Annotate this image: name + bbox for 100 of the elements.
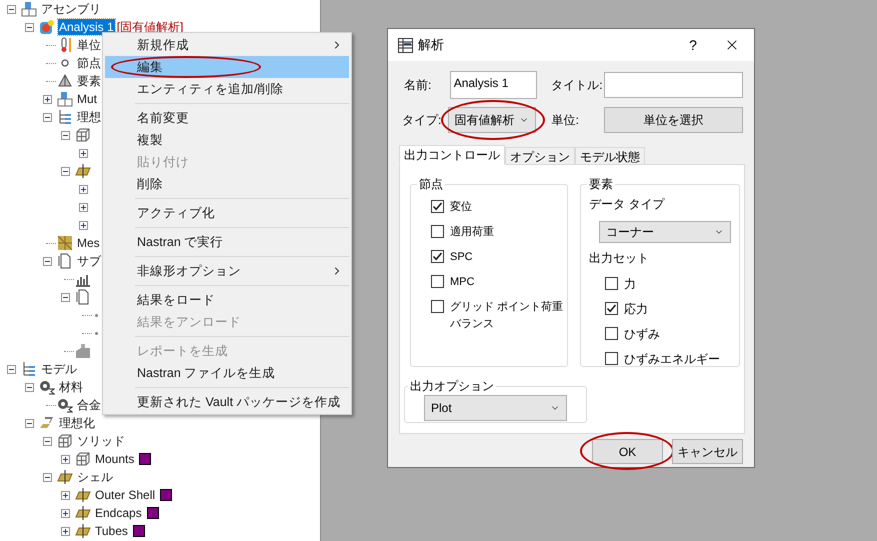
- cubes-icon: [75, 451, 91, 467]
- tree-item[interactable]: Analysis 1: [58, 19, 115, 35]
- collapse-button[interactable]: [42, 436, 52, 446]
- tab[interactable]: 出力コントロール: [399, 145, 505, 165]
- collapse-button[interactable]: [6, 364, 16, 374]
- expand-button[interactable]: [60, 526, 70, 536]
- menu-item[interactable]: 名前変更: [105, 107, 349, 129]
- menu-item[interactable]: 非線形オプション: [105, 260, 349, 282]
- menu-item[interactable]: 削除: [105, 173, 349, 195]
- field-label: 単位:: [552, 112, 580, 129]
- field-label: タイトル:: [551, 77, 604, 94]
- expand-button[interactable]: [60, 490, 70, 500]
- tree-item[interactable]: Endcaps: [94, 505, 143, 521]
- tree-item[interactable]: Mut: [76, 91, 98, 107]
- checkbox-label: ひずみ: [624, 326, 660, 342]
- tree-item[interactable]: アセンブリ: [40, 1, 102, 17]
- checkbox-label: MPC: [450, 275, 474, 290]
- menu-item[interactable]: 複製: [105, 129, 349, 151]
- data-type-dropdown[interactable]: コーナー: [599, 221, 731, 243]
- idealization-icon: [39, 415, 55, 431]
- menu-item[interactable]: 結果をロード: [105, 289, 349, 311]
- menu-item[interactable]: 更新された Vault パッケージを作成: [105, 391, 349, 413]
- menu-item[interactable]: Nastran ファイルを生成: [105, 362, 349, 384]
- hierarchy-icon: [57, 109, 73, 125]
- document-icon: [57, 253, 73, 269]
- output-option-dropdown[interactable]: Plot: [424, 395, 567, 421]
- hierarchy-icon: [21, 361, 37, 377]
- tree-item[interactable]: 合金: [76, 397, 102, 413]
- tree-item[interactable]: 単位: [76, 37, 102, 53]
- help-button[interactable]: ?: [678, 34, 708, 56]
- collapse-button[interactable]: [24, 418, 34, 428]
- tree-item[interactable]: モデル: [40, 361, 78, 377]
- collapse-button[interactable]: [42, 472, 52, 482]
- collapse-button[interactable]: [6, 4, 16, 14]
- collapse-button[interactable]: [60, 166, 70, 176]
- field-label: 名前:: [403, 77, 432, 94]
- checkbox[interactable]: [431, 225, 444, 238]
- checkbox[interactable]: [431, 300, 444, 313]
- tab[interactable]: モデル状態: [575, 147, 645, 165]
- tree-item[interactable]: 要素: [76, 73, 102, 89]
- menu-item[interactable]: 新規作成: [105, 34, 349, 56]
- field-label: データ タイプ: [589, 196, 666, 213]
- menu-item[interactable]: エンティティを追加/削除: [105, 78, 349, 100]
- table-icon: [398, 38, 413, 52]
- checkbox[interactable]: [431, 200, 444, 213]
- expand-button[interactable]: [78, 202, 88, 212]
- name-field[interactable]: Analysis 1: [450, 71, 538, 99]
- shell-icon: [75, 523, 91, 539]
- material-icon: [39, 379, 55, 395]
- checkbox[interactable]: [605, 277, 618, 290]
- dialog-button[interactable]: OK: [592, 439, 663, 464]
- menu-item[interactable]: アクティブ化: [105, 202, 349, 224]
- tree-item[interactable]: 理想化: [58, 415, 96, 431]
- menu-item[interactable]: Nastran で実行: [105, 231, 349, 253]
- select-unit-button[interactable]: 単位を選択: [604, 107, 743, 133]
- tree-item[interactable]: シェル: [76, 469, 114, 485]
- checkbox-label: ひずみエネルギー: [624, 350, 720, 368]
- collapse-button[interactable]: [60, 292, 70, 302]
- expand-button[interactable]: [78, 184, 88, 194]
- material-icon: [57, 397, 73, 413]
- tree-item[interactable]: Outer Shell: [94, 487, 156, 503]
- tree-item[interactable]: Mounts: [94, 451, 136, 467]
- checkbox-label: 力: [624, 276, 636, 292]
- shell-icon: [75, 163, 91, 179]
- expand-button[interactable]: [60, 454, 70, 464]
- tree-item[interactable]: サブ: [76, 253, 102, 269]
- tree-item[interactable]: 節点: [76, 55, 102, 71]
- tree-item[interactable]: Mes: [76, 235, 101, 251]
- checkbox-label: 適用荷重: [450, 224, 494, 240]
- tree-item[interactable]: 材料: [58, 379, 84, 395]
- tree-item[interactable]: ソリッド: [76, 433, 126, 449]
- collapse-button[interactable]: [42, 112, 52, 122]
- element-icon: [57, 73, 73, 89]
- collapse-button[interactable]: [24, 382, 34, 392]
- collapse-button[interactable]: [24, 22, 34, 32]
- tab[interactable]: オプション: [505, 147, 575, 165]
- tree-item[interactable]: Tubes: [94, 523, 129, 539]
- title-field[interactable]: [604, 72, 743, 98]
- expand-button[interactable]: [60, 508, 70, 518]
- checkbox[interactable]: [605, 352, 618, 365]
- shell-icon: [75, 505, 91, 521]
- mesh-icon: [57, 235, 73, 251]
- collapse-button[interactable]: [60, 130, 70, 140]
- checkbox[interactable]: [605, 302, 618, 315]
- dot-icon: [94, 332, 98, 334]
- analysis-icon: [39, 19, 55, 35]
- type-dropdown[interactable]: 固有値解析: [448, 107, 536, 133]
- checkbox[interactable]: [605, 327, 618, 340]
- dialog-button[interactable]: キャンセル: [672, 439, 743, 464]
- checkbox-label: 応力: [624, 300, 648, 318]
- menu-item[interactable]: 編集: [105, 56, 349, 78]
- expand-button[interactable]: [42, 94, 52, 104]
- expand-button[interactable]: [78, 220, 88, 230]
- group-title: 節点: [418, 176, 444, 193]
- expand-button[interactable]: [78, 148, 88, 158]
- checkbox[interactable]: [431, 275, 444, 288]
- collapse-button[interactable]: [42, 256, 52, 266]
- tree-item[interactable]: 理想: [76, 109, 102, 125]
- shell-icon: [57, 469, 73, 485]
- checkbox[interactable]: [431, 250, 444, 263]
